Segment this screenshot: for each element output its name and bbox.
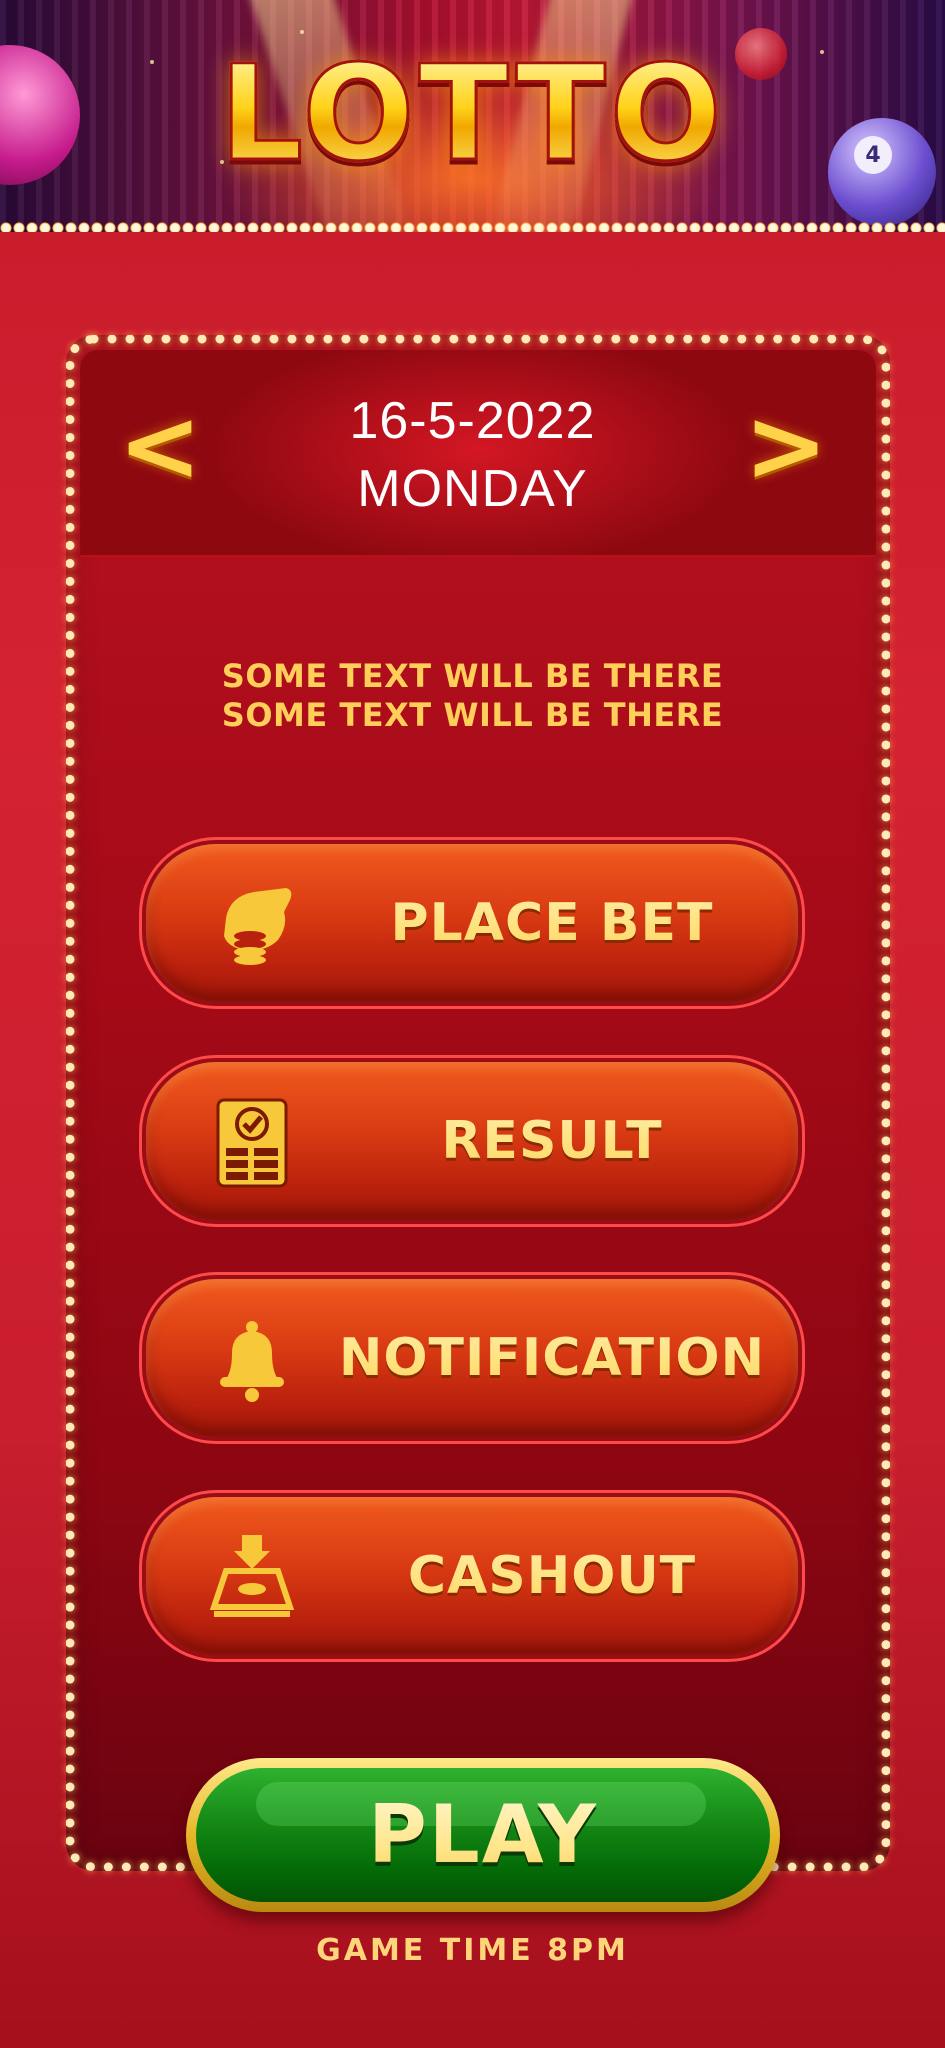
cashout-button[interactable]: CASHOUT xyxy=(146,1497,798,1655)
play-button[interactable]: PLAY xyxy=(186,1758,780,1912)
app-title: LOTTO xyxy=(0,47,945,182)
play-button-face: PLAY xyxy=(196,1768,770,1902)
info-text-line-1: SOME TEXT WILL BE THERE xyxy=(221,657,724,695)
result-button[interactable]: RESULT xyxy=(146,1062,798,1220)
play-label: PLAY xyxy=(196,1768,770,1902)
next-date-button[interactable]: > xyxy=(736,396,836,496)
header-banner: 4 LOTTO xyxy=(0,0,945,232)
place-bet-button[interactable]: PLACE BET xyxy=(146,844,798,1002)
result-label: RESULT xyxy=(326,1062,778,1220)
hand-coins-icon xyxy=(224,888,292,965)
bulb-strip-divider xyxy=(0,222,945,232)
place-bet-label: PLACE BET xyxy=(326,844,778,1002)
bell-icon xyxy=(220,1321,284,1402)
selected-day: MONDAY xyxy=(357,460,588,518)
sparkle xyxy=(300,30,304,34)
info-text-line-2: SOME TEXT WILL BE THERE xyxy=(221,696,724,734)
game-time-text: GAME TIME 8PM xyxy=(316,1933,629,1968)
notification-button[interactable]: NOTIFICATION xyxy=(146,1279,798,1437)
previous-date-button[interactable]: < xyxy=(110,396,210,496)
selected-date: 16-5-2022 xyxy=(349,392,596,450)
result-sheet-icon xyxy=(216,1098,288,1188)
notification-label: NOTIFICATION xyxy=(326,1279,778,1437)
cashout-tray-icon xyxy=(209,1535,295,1617)
cashout-label: CASHOUT xyxy=(326,1497,778,1655)
